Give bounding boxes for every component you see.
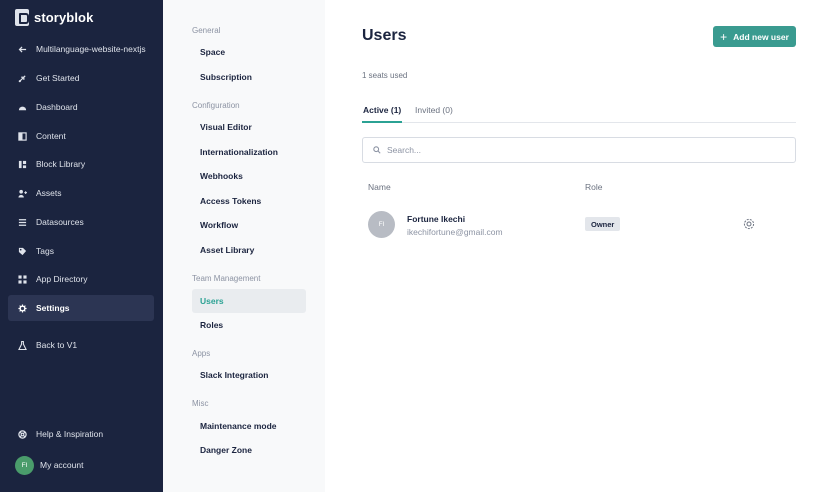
space-switcher[interactable]: Multilanguage-website-nextjs bbox=[8, 36, 154, 62]
add-new-user-label: Add new user bbox=[733, 31, 789, 42]
sidebar-item-label: Dashboard bbox=[36, 102, 78, 112]
brand-name: storyblok bbox=[34, 9, 94, 25]
menu-item-danger-zone[interactable]: Danger Zone bbox=[192, 438, 306, 462]
menu-group-general: General bbox=[192, 26, 221, 35]
sidebar-item-assets[interactable]: Assets bbox=[8, 180, 154, 206]
user-tabs: Active (1) Invited (0) bbox=[362, 105, 796, 123]
menu-item-maintenance-mode[interactable]: Maintenance mode bbox=[192, 414, 306, 438]
avatar: FI bbox=[368, 211, 395, 238]
menu-item-asset-library[interactable]: Asset Library bbox=[192, 238, 306, 262]
rocket-icon bbox=[18, 74, 27, 83]
search-box[interactable] bbox=[362, 137, 796, 163]
sidebar-item-content[interactable]: Content bbox=[8, 123, 154, 149]
sidebar-item-datasources[interactable]: Datasources bbox=[8, 209, 154, 235]
sidebar-item-app-directory[interactable]: App Directory bbox=[8, 266, 154, 292]
user-email: ikechifortune@gmail.com bbox=[407, 227, 503, 237]
space-name: Multilanguage-website-nextjs bbox=[36, 44, 146, 54]
sidebar-item-back-to-v1[interactable]: Back to V1 bbox=[8, 332, 154, 358]
my-account[interactable]: FI My account bbox=[8, 452, 154, 478]
menu-item-users[interactable]: Users bbox=[192, 289, 306, 313]
add-new-user-button[interactable]: + Add new user bbox=[713, 26, 796, 47]
menu-group-configuration: Configuration bbox=[192, 101, 240, 110]
sidebar-item-label: Assets bbox=[36, 188, 62, 198]
menu-item-roles[interactable]: Roles bbox=[192, 313, 306, 337]
my-account-label: My account bbox=[40, 460, 84, 470]
content-icon bbox=[18, 131, 27, 141]
dashboard-icon bbox=[18, 103, 27, 112]
gear-icon bbox=[18, 303, 27, 313]
tag-icon bbox=[18, 247, 27, 256]
menu-item-access-tokens[interactable]: Access Tokens bbox=[192, 189, 306, 213]
sidebar-item-dashboard[interactable]: Dashboard bbox=[8, 94, 154, 120]
user-name: Fortune Ikechi bbox=[407, 214, 466, 224]
settings-menu: General Space Subscription Configuration… bbox=[163, 0, 325, 492]
column-header-role: Role bbox=[585, 182, 603, 192]
plus-icon: + bbox=[720, 29, 728, 44]
avatar: FI bbox=[15, 455, 34, 475]
menu-item-visual-editor[interactable]: Visual Editor bbox=[192, 115, 306, 139]
menu-item-slack-integration[interactable]: Slack Integration bbox=[192, 363, 306, 387]
tab-invited[interactable]: Invited (0) bbox=[415, 105, 453, 123]
sidebar-item-label: Datasources bbox=[36, 217, 84, 227]
user-settings-gear-icon[interactable] bbox=[743, 218, 755, 230]
menu-group-team-management: Team Management bbox=[192, 274, 261, 283]
column-header-name: Name bbox=[368, 182, 391, 192]
menu-item-internationalization[interactable]: Internationalization bbox=[192, 140, 306, 164]
menu-item-space[interactable]: Space bbox=[192, 40, 306, 64]
sidebar-item-label: Get Started bbox=[36, 73, 80, 83]
brand-logo[interactable]: storyblok bbox=[15, 8, 93, 26]
menu-item-webhooks[interactable]: Webhooks bbox=[192, 164, 306, 188]
role-badge: Owner bbox=[585, 217, 621, 231]
flask-icon bbox=[18, 340, 27, 350]
sidebar-item-label: Block Library bbox=[36, 159, 86, 169]
main-sidebar: storyblok Multilanguage-website-nextjs G… bbox=[0, 0, 163, 492]
seats-used: 1 seats used bbox=[362, 71, 408, 80]
sidebar-item-get-started[interactable]: Get Started bbox=[8, 65, 154, 91]
menu-group-misc: Misc bbox=[192, 399, 209, 408]
menu-item-subscription[interactable]: Subscription bbox=[192, 65, 306, 89]
sidebar-item-label: Content bbox=[36, 131, 66, 141]
sidebar-item-settings[interactable]: Settings bbox=[8, 295, 154, 321]
menu-item-workflow[interactable]: Workflow bbox=[192, 213, 306, 237]
users-page: Users + Add new user 1 seats used Active… bbox=[325, 0, 840, 492]
sidebar-item-tags[interactable]: Tags bbox=[8, 238, 154, 264]
arrow-left-icon bbox=[18, 45, 27, 54]
assets-icon bbox=[18, 189, 27, 198]
sidebar-item-label: Settings bbox=[36, 303, 70, 313]
apps-icon bbox=[18, 274, 27, 284]
lifebuoy-icon bbox=[18, 429, 27, 439]
storyblok-logo-icon bbox=[15, 8, 29, 26]
menu-group-apps: Apps bbox=[192, 349, 211, 358]
table-row: FI Fortune Ikechi ikechifortune@gmail.co… bbox=[362, 205, 796, 245]
block-library-icon bbox=[18, 160, 27, 169]
sidebar-item-label: Tags bbox=[36, 246, 54, 256]
sidebar-item-label: Help & Inspiration bbox=[36, 429, 104, 439]
sidebar-item-help[interactable]: Help & Inspiration bbox=[8, 421, 154, 447]
sidebar-item-label: Back to V1 bbox=[36, 340, 78, 350]
search-icon bbox=[373, 146, 381, 154]
sidebar-item-block-library[interactable]: Block Library bbox=[8, 151, 154, 177]
tab-active[interactable]: Active (1) bbox=[362, 105, 403, 123]
sidebar-item-label: App Directory bbox=[36, 274, 88, 284]
search-input[interactable] bbox=[387, 145, 767, 155]
datasources-icon bbox=[18, 218, 27, 227]
page-title: Users bbox=[362, 27, 407, 44]
